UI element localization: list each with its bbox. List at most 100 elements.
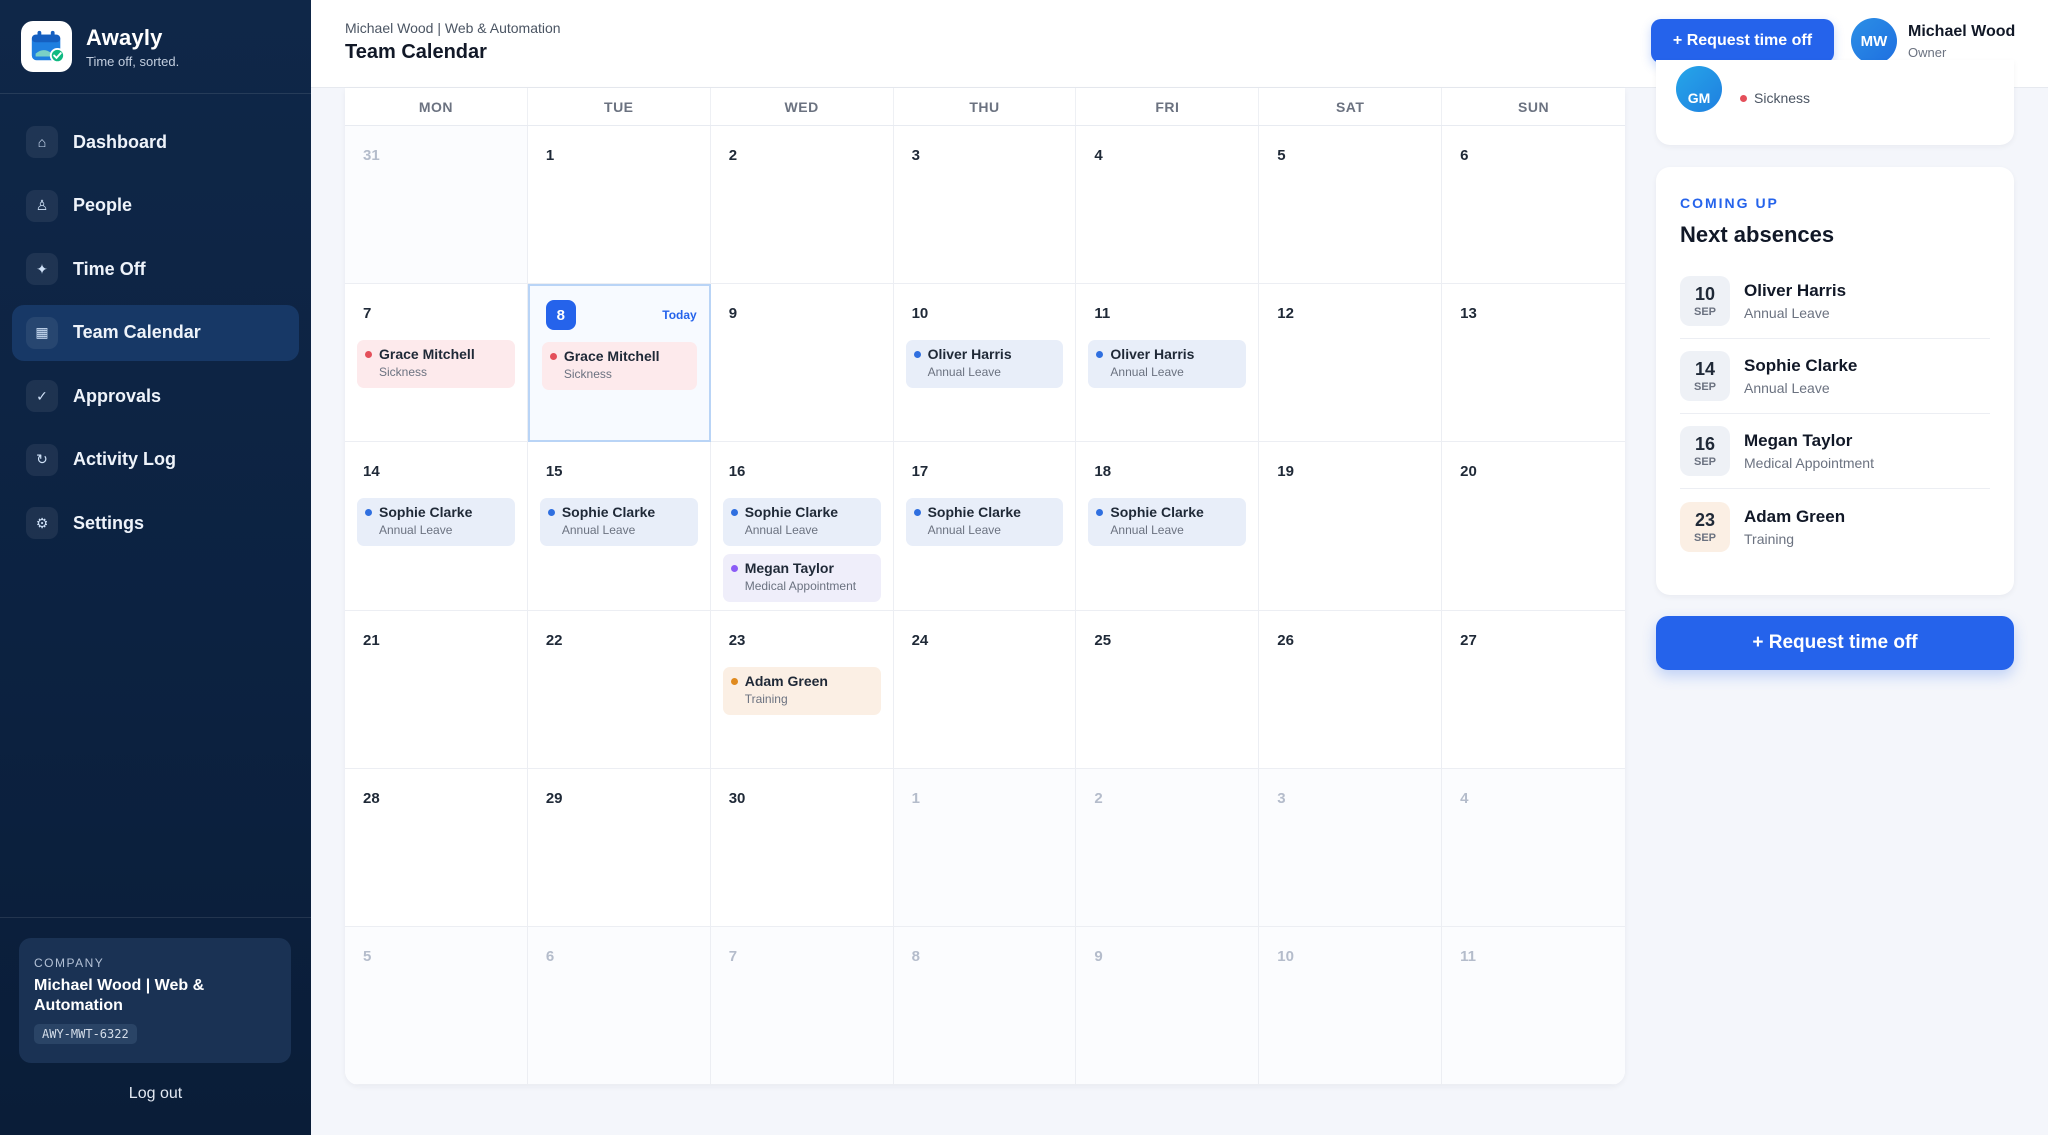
calendar-grid: 31 1 2 3 4 5 6 7 Grace Mitchell Sickness 8 Today Gra… <box>345 126 1625 1085</box>
event-person: Grace Mitchell <box>563 348 660 364</box>
absence-person: Adam Green <box>1744 506 1846 526</box>
absence-event[interactable]: Grace Mitchell Sickness <box>357 340 515 388</box>
calendar-day[interactable]: 9 <box>1076 927 1260 1085</box>
calendar-day[interactable]: 7 Grace Mitchell Sickness <box>345 284 528 442</box>
day-number: 20 <box>1460 462 1477 480</box>
absence-event[interactable]: Megan Taylor Medical Appointment <box>722 554 881 602</box>
list-item[interactable]: 16 SEP Megan Taylor Medical Appointment <box>1680 414 1990 489</box>
nav-item-activity-log[interactable]: ↻ Activity Log <box>12 432 299 488</box>
day-number: 17 <box>911 462 929 480</box>
calendar-day[interactable]: 2 <box>1076 769 1260 927</box>
calendar-day[interactable]: 22 <box>527 611 711 769</box>
calendar-day[interactable]: 15 Sophie Clarke Annual Leave <box>527 442 711 611</box>
calendar-day[interactable]: 12 <box>1259 284 1443 442</box>
calendar-day[interactable]: 6 <box>527 927 711 1085</box>
calendar-day[interactable]: 6 <box>1442 126 1625 284</box>
calendar-day[interactable]: 28 <box>345 769 528 927</box>
date-month: SEP <box>1693 381 1716 393</box>
event-dot-icon <box>549 352 557 360</box>
nav-item-time-off[interactable]: ✦ Time Off <box>12 241 299 297</box>
calendar-day[interactable]: 5 <box>345 927 528 1085</box>
request-time-off-button[interactable]: + Request time off <box>1656 616 2014 670</box>
absence-type: Training <box>1744 530 1795 547</box>
absence-event[interactable]: Sophie Clarke Annual Leave <box>539 498 698 546</box>
date-month: SEP <box>1693 456 1716 468</box>
calendar-day[interactable]: 14 Sophie Clarke Annual Leave <box>345 442 528 611</box>
gear-icon: ⚙ <box>26 507 58 539</box>
event-name-row: Oliver Harris <box>913 346 1056 362</box>
calendar-day[interactable]: 1 <box>527 126 711 284</box>
date-chip: 14 SEP <box>1680 351 1730 401</box>
event-name-row: Grace Mitchell <box>549 348 689 364</box>
absence-event[interactable]: Adam Green Training <box>722 667 881 715</box>
nav-item-label: Approvals <box>73 385 162 406</box>
calendar-day[interactable]: 25 <box>1076 611 1260 769</box>
calendar-day[interactable]: 17 Sophie Clarke Annual Leave <box>893 442 1077 611</box>
calendar-day[interactable]: 10 Oliver Harris Annual Leave <box>893 284 1077 442</box>
day-number: 7 <box>728 947 738 965</box>
absence-event[interactable]: Grace Mitchell Sickness <box>541 342 697 390</box>
avatar[interactable]: MW <box>1851 18 1897 64</box>
absence-event[interactable]: Sophie Clarke Annual Leave <box>357 498 515 546</box>
absence-event[interactable]: Sophie Clarke Annual Leave <box>722 498 881 546</box>
absence-event[interactable]: Oliver Harris Annual Leave <box>905 340 1064 388</box>
list-item[interactable]: 14 SEP Sophie Clarke Annual Leave <box>1680 339 1990 414</box>
event-name-row: Sophie Clarke <box>913 504 1056 520</box>
absence-event[interactable]: Sophie Clarke Annual Leave <box>905 498 1064 546</box>
calendar-day[interactable]: 20 <box>1442 442 1625 611</box>
calendar-day[interactable]: 23 Adam Green Training <box>710 611 894 769</box>
calendar-day[interactable]: 2 <box>710 126 894 284</box>
event-type: Sickness <box>379 365 428 379</box>
nav-item-people[interactable]: ♙ People <box>12 178 299 234</box>
calendar-day[interactable]: 1 <box>893 769 1077 927</box>
logout-button[interactable]: Log out <box>0 1085 311 1103</box>
day-events: Sophie Clarke Annual Leave Megan Taylor Med… <box>722 498 881 602</box>
day-events: Grace Mitchell Sickness <box>541 342 697 390</box>
calendar-day[interactable]: 8 <box>893 927 1077 1085</box>
event-dot-icon <box>1096 350 1104 358</box>
day-number: 22 <box>545 631 563 649</box>
list-item[interactable]: 23 SEP Adam Green Training <box>1680 489 1990 564</box>
day-events: Oliver Harris Annual Leave <box>1088 340 1247 388</box>
calendar-day[interactable]: 4 <box>1442 769 1625 927</box>
calendar-day[interactable]: 26 <box>1259 611 1443 769</box>
calendar-day[interactable]: 11 Oliver Harris Annual Leave <box>1076 284 1260 442</box>
calendar-day[interactable]: 19 <box>1259 442 1443 611</box>
calendar-day[interactable]: 18 Sophie Clarke Annual Leave <box>1076 442 1260 611</box>
calendar-day[interactable]: 10 <box>1259 927 1443 1085</box>
calendar-day-today[interactable]: 8 Today Grace Mitchell Sickness <box>527 284 711 442</box>
nav-item-team-calendar[interactable]: ▦ Team Calendar <box>12 304 299 361</box>
section-kicker: COMING UP <box>1680 195 1779 211</box>
calendar-day[interactable]: 7 <box>710 927 894 1085</box>
day-number: 4 <box>1460 789 1469 807</box>
calendar-day[interactable]: 5 <box>1259 126 1443 284</box>
calendar-day[interactable]: 21 <box>345 611 528 769</box>
nav-item-settings[interactable]: ⚙ Settings <box>12 495 299 551</box>
event-type: Annual Leave <box>927 365 1001 379</box>
calendar-day[interactable]: 3 <box>1259 769 1443 927</box>
calendar-day[interactable]: 31 <box>345 126 528 284</box>
list-item[interactable]: 10 SEP Oliver Harris Annual Leave <box>1680 264 1990 339</box>
event-dot-icon <box>365 508 372 516</box>
calendar-day[interactable]: 16 Sophie Clarke Annual Leave Megan Taylor M… <box>710 442 894 611</box>
nav-item-dashboard[interactable]: ⌂ Dashboard <box>12 114 299 170</box>
event-dot-icon <box>547 508 555 516</box>
calendar-day[interactable]: 11 <box>1442 927 1625 1085</box>
calendar-day[interactable]: 30 <box>710 769 894 927</box>
calendar-day[interactable]: 13 <box>1442 284 1625 442</box>
calendar-day[interactable]: 24 <box>893 611 1077 769</box>
day-number: 6 <box>545 947 555 965</box>
calendar-day[interactable]: 3 <box>893 126 1077 284</box>
request-time-off-button[interactable]: + Request time off <box>1651 19 1834 63</box>
calendar-day[interactable]: 9 <box>710 284 894 442</box>
calendar-day[interactable]: 27 <box>1442 611 1625 769</box>
calendar-day[interactable]: 4 <box>1076 126 1260 284</box>
event-dot-icon <box>730 564 738 572</box>
absence-event[interactable]: Sophie Clarke Annual Leave <box>1088 498 1247 546</box>
absence-event[interactable]: Oliver Harris Annual Leave <box>1088 340 1247 388</box>
brand[interactable]: Awayly Time off, sorted. <box>0 0 311 94</box>
day-events: Oliver Harris Annual Leave <box>905 340 1064 388</box>
day-events: Sophie Clarke Annual Leave <box>357 498 515 546</box>
nav-item-approvals[interactable]: ✓ Approvals <box>12 368 299 424</box>
calendar-day[interactable]: 29 <box>527 769 711 927</box>
